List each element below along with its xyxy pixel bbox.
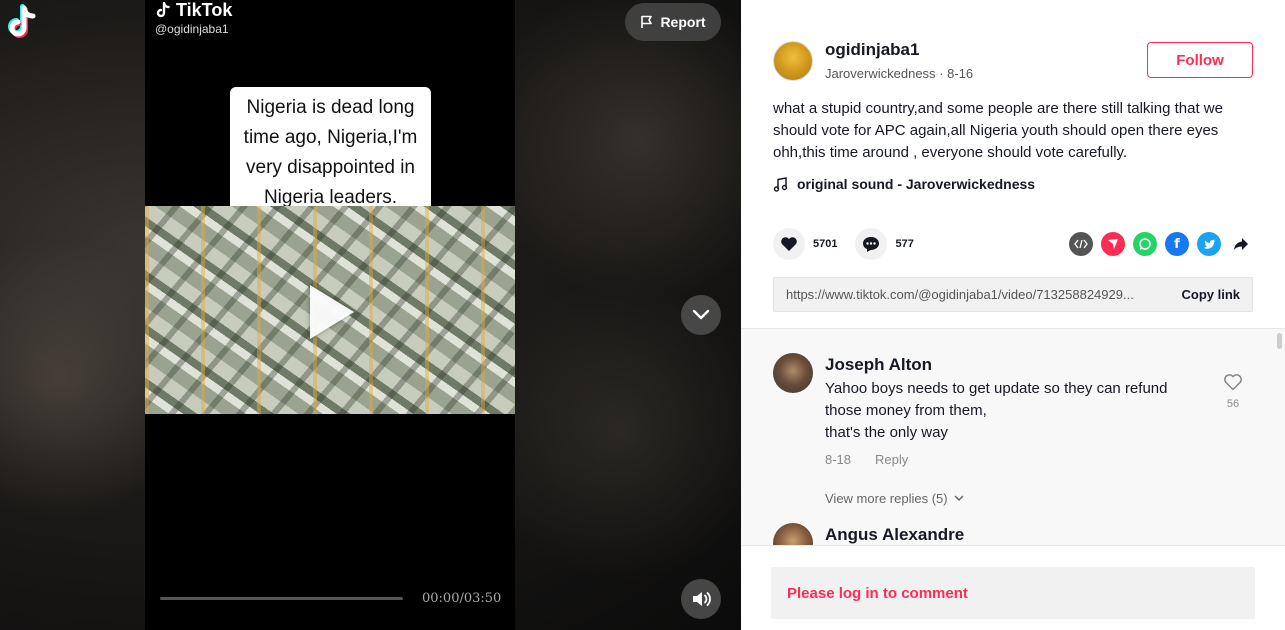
copy-link-button[interactable]: Copy link [1181, 287, 1240, 302]
comment-button[interactable] [855, 228, 888, 260]
comment-text-line: those money from them, [825, 402, 987, 419]
tiktok-logo-icon[interactable] [6, 4, 40, 42]
view-more-replies[interactable]: View more replies (5) [825, 491, 964, 506]
share-icons: f [1069, 232, 1253, 256]
chevron-down-icon [692, 309, 710, 320]
follow-button[interactable]: Follow [1147, 42, 1253, 78]
share-link-box: https://www.tiktok.com/@ogidinjaba1/vide… [773, 277, 1253, 312]
comment-author[interactable]: Joseph Alton [825, 355, 1205, 375]
facebook-icon[interactable]: f [1165, 232, 1189, 256]
flag-icon [641, 15, 653, 28]
comment-like[interactable]: 56 [1221, 373, 1245, 410]
next-video-button[interactable] [681, 295, 721, 335]
video-player[interactable]: TikTok @ogidinjaba1 Nigeria is dead long… [145, 0, 515, 630]
share-link-url[interactable]: https://www.tiktok.com/@ogidinjaba1/vide… [786, 287, 1156, 302]
comment-avatar[interactable] [773, 523, 813, 545]
author-info[interactable]: ogidinjaba1 Jaroverwickedness · 8-16 [773, 40, 973, 81]
engagement-actions: 5701 577 [773, 228, 914, 260]
video-caption-overlay: Nigeria is dead long time ago, Nigeria,I… [230, 87, 431, 220]
music-note-icon [773, 176, 788, 192]
volume-button[interactable] [681, 579, 721, 619]
comment-list[interactable]: Joseph Alton Yahoo boys needs to get upd… [741, 328, 1285, 545]
heart-outline-icon[interactable] [1223, 373, 1243, 391]
share-arrow-icon[interactable] [1229, 232, 1253, 256]
post-description: what a stupid country,and some people ar… [773, 100, 1223, 161]
author-username[interactable]: ogidinjaba1 [825, 40, 973, 60]
send-icon[interactable] [1101, 232, 1125, 256]
author-nickname-date: Jaroverwickedness · 8-16 [825, 66, 974, 81]
whatsapp-icon[interactable] [1133, 232, 1157, 256]
login-to-comment-button[interactable]: Please log in to comment [771, 567, 1255, 619]
comment-text-line: Yahoo boys needs to get update so they c… [825, 380, 1168, 397]
comments-scrollbar[interactable] [1277, 333, 1282, 349]
video-pane: TikTok @ogidinjaba1 Nigeria is dead long… [0, 0, 741, 630]
comment-count: 577 [895, 238, 914, 250]
sound-label: original sound - Jaroverwickedness [797, 176, 1036, 192]
watermark-handle: @ogidinjaba1 [155, 22, 229, 36]
video-progress-bar[interactable] [160, 597, 403, 600]
comment-date: 8-18 [825, 452, 852, 467]
like-count: 5701 [813, 238, 838, 250]
comment-avatar[interactable] [773, 353, 813, 393]
comment-text: Yahoo boys needs to get update so they c… [825, 378, 1205, 444]
comment-footer: Please log in to comment [741, 545, 1285, 630]
play-icon[interactable] [310, 285, 354, 339]
details-panel: ogidinjaba1 Jaroverwickedness · 8-16 Fol… [741, 0, 1285, 630]
comment-like-count: 56 [1226, 398, 1240, 410]
report-button[interactable]: Report [625, 3, 721, 41]
watermark-brand: TikTok [176, 0, 233, 20]
video-watermark: TikTok @ogidinjaba1 [155, 0, 232, 36]
tiktok-watermark-icon [156, 1, 170, 17]
comment-author[interactable]: Angus Alexandre [825, 525, 1205, 545]
like-button[interactable] [773, 228, 805, 260]
embed-icon[interactable] [1069, 232, 1093, 256]
like-action[interactable]: 5701 [773, 228, 837, 260]
comment-text-line: that's the only way [825, 424, 948, 441]
tiktok-page: TikTok @ogidinjaba1 Nigeria is dead long… [0, 0, 1285, 630]
view-more-replies-label: View more replies (5) [825, 491, 948, 506]
volume-icon [693, 592, 711, 606]
comment-action[interactable]: 577 [855, 228, 914, 260]
heart-icon [781, 237, 797, 251]
video-time: 00:00/03:50 [422, 591, 502, 606]
reply-button[interactable]: Reply [875, 452, 908, 467]
comment-icon [863, 236, 880, 252]
twitter-icon[interactable] [1197, 232, 1221, 256]
chevron-down-icon [954, 495, 964, 502]
sound-link[interactable]: original sound - Jaroverwickedness [773, 176, 1035, 192]
author-avatar[interactable] [773, 40, 813, 81]
report-label: Report [660, 14, 706, 30]
